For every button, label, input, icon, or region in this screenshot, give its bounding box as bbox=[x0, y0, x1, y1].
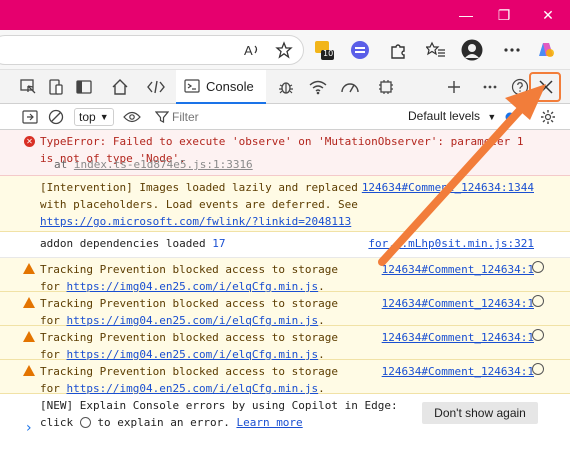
copilot-inline-icon bbox=[79, 417, 91, 428]
live-expression-eye-icon[interactable] bbox=[122, 107, 142, 127]
issues-indicator-icon[interactable] bbox=[500, 107, 520, 127]
console-warning-message[interactable]: 124634#Comment_124634:1 Tracking Prevent… bbox=[0, 360, 570, 395]
toggle-sidebar-icon[interactable] bbox=[72, 75, 96, 99]
log-levels-dropdown[interactable]: Default levels ▼ bbox=[408, 109, 496, 123]
info-count: 17 bbox=[212, 237, 226, 250]
tab-console[interactable]: Console bbox=[176, 70, 266, 104]
network-wifi-icon[interactable] bbox=[306, 75, 330, 99]
console-info-message[interactable]: addon dependencies loaded 17 for...mLhp0… bbox=[0, 232, 570, 258]
clear-console-icon[interactable] bbox=[46, 107, 66, 127]
memory-chip-icon[interactable] bbox=[374, 75, 398, 99]
message-source-link[interactable]: 124634#Comment_124634:1 bbox=[382, 329, 534, 346]
log-levels-label: Default levels bbox=[408, 109, 481, 123]
browser-menu-icon[interactable] bbox=[500, 38, 524, 62]
console-warning-message[interactable]: 124634#Comment_124634:1 Tracking Prevent… bbox=[0, 292, 570, 327]
more-tools-plus-icon[interactable] bbox=[442, 75, 466, 99]
context-selector[interactable]: top ▼ bbox=[74, 108, 114, 126]
copilot-explain-icon[interactable] bbox=[532, 363, 544, 375]
console-error-stack-row: at index.ts-e1d874e5.js:1:3316 bbox=[0, 156, 570, 176]
console-prompt[interactable]: › bbox=[26, 420, 32, 436]
minimize-button[interactable]: — bbox=[446, 0, 486, 30]
devtools-tab-strip: Console bbox=[0, 70, 570, 104]
restore-button[interactable]: ❐ bbox=[484, 0, 524, 30]
copilot-tip-before: click bbox=[40, 416, 74, 429]
browser-titlebar: — ❐ ✕ bbox=[0, 0, 570, 30]
error-stack-prefix: at bbox=[54, 158, 68, 171]
chevron-down-icon: ▼ bbox=[99, 112, 109, 122]
message-source-link[interactable]: 124634#Comment_124634:1 bbox=[382, 261, 534, 278]
welcome-home-icon[interactable] bbox=[108, 75, 132, 99]
learn-more-link[interactable]: Learn more bbox=[236, 416, 302, 429]
extension-icon[interactable] bbox=[348, 38, 372, 62]
error-text-line1: TypeError: Failed to execute 'observe' o… bbox=[40, 135, 524, 148]
message-source-link[interactable]: 124634#Comment_124634:1 bbox=[382, 363, 534, 380]
console-tab-label: Console bbox=[206, 78, 254, 94]
filter-input[interactable] bbox=[150, 107, 390, 127]
copilot-explain-icon[interactable] bbox=[532, 329, 544, 341]
console-warning-message[interactable]: 124634#Comment_124634:1 Tracking Prevent… bbox=[0, 326, 570, 361]
sources-bug-icon[interactable] bbox=[274, 75, 298, 99]
message-source-link[interactable]: 124634#Comment_124634:1344 bbox=[362, 179, 534, 196]
svg-text:A: A bbox=[244, 43, 253, 58]
window-close-button[interactable]: ✕ bbox=[528, 0, 568, 30]
customize-menu-icon[interactable] bbox=[478, 75, 502, 99]
console-settings-gear-icon[interactable] bbox=[538, 107, 558, 127]
show-sidebar-icon[interactable] bbox=[20, 107, 40, 127]
browser-toolbar: A 10 bbox=[0, 30, 570, 70]
performance-icon[interactable] bbox=[338, 75, 362, 99]
message-source-link[interactable]: for...mLhp0sit.min.js:321 bbox=[368, 235, 534, 252]
console-warning-message[interactable]: 124634#Comment_124634:1 Tracking Prevent… bbox=[0, 258, 570, 293]
copilot-tip-after: to explain an error. bbox=[97, 416, 230, 429]
chevron-down-icon: ▼ bbox=[487, 112, 497, 122]
console-warning-message[interactable]: 124634#Comment_124634:1344 [Intervention… bbox=[0, 176, 570, 232]
message-source-link[interactable]: 124634#Comment_124634:1 bbox=[382, 295, 534, 312]
copilot-explain-icon[interactable] bbox=[532, 261, 544, 273]
read-aloud-icon[interactable]: A bbox=[240, 38, 264, 62]
extensions-puzzle-icon[interactable] bbox=[386, 38, 410, 62]
extension-badge-count: 10 bbox=[323, 49, 334, 58]
inspect-element-icon[interactable] bbox=[16, 75, 40, 99]
warning-icon bbox=[23, 365, 35, 376]
error-stack-link[interactable]: index.ts-e1d874e5.js:1:3316 bbox=[74, 158, 253, 171]
copilot-explain-icon[interactable] bbox=[532, 295, 544, 307]
context-value: top bbox=[79, 110, 96, 124]
console-filter-bar: top ▼ Default levels ▼ bbox=[0, 104, 570, 130]
warning-icon bbox=[23, 263, 35, 274]
annotation-highlight-box bbox=[529, 72, 561, 102]
warning-icon bbox=[23, 331, 35, 342]
error-icon: ✕ bbox=[24, 136, 35, 147]
profile-avatar[interactable] bbox=[460, 38, 484, 62]
info-text: addon dependencies loaded bbox=[40, 237, 206, 250]
copilot-icon[interactable] bbox=[534, 38, 558, 62]
warning-link[interactable]: https://go.microsoft.com/fwlink/?linkid=… bbox=[40, 215, 351, 228]
favorite-star-icon[interactable] bbox=[272, 38, 296, 62]
warning-icon bbox=[23, 181, 35, 192]
warning-text-line2: with placeholders. Load events are defer… bbox=[40, 198, 358, 211]
console-messages: ✕ TypeError: Failed to execute 'observe'… bbox=[0, 130, 570, 434]
console-icon bbox=[184, 79, 200, 93]
device-emulation-icon[interactable] bbox=[44, 75, 68, 99]
dont-show-again-button[interactable]: Don't show again bbox=[422, 402, 538, 424]
warning-icon bbox=[23, 297, 35, 308]
extension-badge-icon[interactable]: 10 bbox=[312, 38, 336, 62]
copilot-tip-message: [NEW] Explain Console errors by using Co… bbox=[0, 394, 570, 434]
collections-icon[interactable] bbox=[424, 38, 448, 62]
elements-tab-icon[interactable] bbox=[144, 75, 168, 99]
